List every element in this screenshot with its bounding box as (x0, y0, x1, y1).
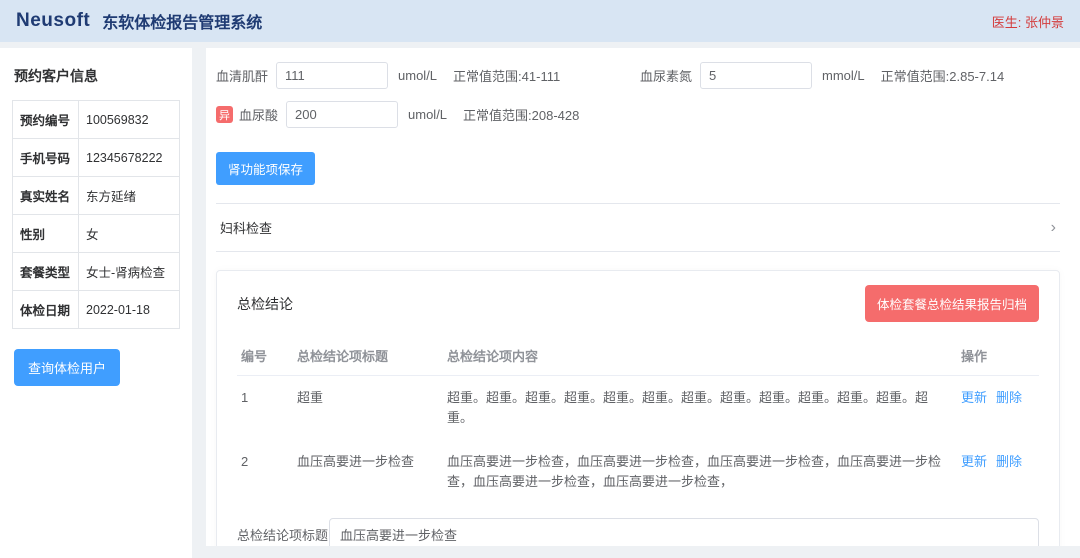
main-content: 血清肌酐 umol/L 正常值范围:41-111 血尿素氮 mmol/L 正常值… (206, 48, 1080, 546)
gynecology-section-header[interactable]: 妇科检查 › (216, 204, 1060, 252)
row-title: 血压高要进一步检查 (293, 440, 443, 504)
customer-info-table: 预约编号 100569832 手机号码 12345678222 真实姓名 东方延… (12, 100, 180, 329)
row-id: 1 (237, 376, 293, 441)
field-unit: umol/L (398, 68, 437, 83)
uric-acid-input[interactable] (286, 101, 398, 128)
info-value: 女 (79, 215, 180, 253)
row-actions: 更新删除 (957, 376, 1039, 441)
gynecology-title: 妇科检查 (220, 218, 272, 237)
info-label: 性别 (13, 215, 79, 253)
info-row: 体检日期 2022-01-18 (13, 291, 180, 329)
row-actions: 更新删除 (957, 440, 1039, 504)
brand-logo: Neusoft (16, 10, 90, 32)
info-value: 东方延绪 (79, 177, 180, 215)
column-header-title: 总检结论项标题 (293, 336, 443, 376)
update-link[interactable]: 更新 (961, 454, 987, 469)
column-header-actions: 操作 (957, 336, 1039, 376)
conclusion-card: 总检结论 体检套餐总检结果报告归档 编号 总检结论项标题 总检结论项内容 操作 … (216, 270, 1060, 546)
info-label: 预约编号 (13, 101, 79, 139)
row-content: 血压高要进一步检查，血压高要进一步检查，血压高要进一步检查，血压高要进一步检查，… (443, 440, 957, 504)
delete-link[interactable]: 删除 (996, 454, 1022, 469)
table-row: 2 血压高要进一步检查 血压高要进一步检查，血压高要进一步检查，血压高要进一步检… (237, 440, 1039, 504)
main-layout: 预约客户信息 预约编号 100569832 手机号码 12345678222 真… (0, 42, 1080, 558)
field-label: 血清肌酐 (216, 66, 268, 85)
exam-field-row: 异 血尿酸 umol/L 正常值范围:208-428 (216, 101, 1060, 128)
info-value: 女士-肾病检查 (79, 253, 180, 291)
info-label: 真实姓名 (13, 177, 79, 215)
info-row: 手机号码 12345678222 (13, 139, 180, 177)
uric-acid-field: 异 血尿酸 umol/L 正常值范围:208-428 (216, 101, 579, 128)
field-range: 正常值范围:208-428 (463, 105, 579, 124)
renal-save-button[interactable]: 肾功能项保存 (216, 152, 315, 185)
row-id: 2 (237, 440, 293, 504)
field-unit: umol/L (408, 107, 447, 122)
doctor-label: 医生: 张仲景 (992, 12, 1064, 31)
field-label: 血尿酸 (239, 105, 278, 124)
column-header-content: 总检结论项内容 (443, 336, 957, 376)
update-link[interactable]: 更新 (961, 390, 987, 405)
info-value: 100569832 (79, 101, 180, 139)
column-header-id: 编号 (237, 336, 293, 376)
field-label: 血尿素氮 (640, 66, 692, 85)
conclusion-card-header: 总检结论 体检套餐总检结果报告归档 (237, 285, 1039, 322)
delete-link[interactable]: 删除 (996, 390, 1022, 405)
blood-urea-nitrogen-field: 血尿素氮 mmol/L 正常值范围:2.85-7.14 (640, 62, 1004, 89)
app-header: Neusoft 东软体检报告管理系统 医生: 张仲景 (0, 0, 1080, 42)
row-content: 超重。超重。超重。超重。超重。超重。超重。超重。超重。超重。超重。超重。超重。 (443, 376, 957, 441)
sidebar-title: 预约客户信息 (14, 66, 180, 86)
info-row: 真实姓名 东方延绪 (13, 177, 180, 215)
conclusion-table-header-row: 编号 总检结论项标题 总检结论项内容 操作 (237, 336, 1039, 376)
info-label: 套餐类型 (13, 253, 79, 291)
exam-field-row: 血清肌酐 umol/L 正常值范围:41-111 血尿素氮 mmol/L 正常值… (216, 62, 1060, 89)
conclusion-title-label: 总检结论项标题 (237, 518, 329, 544)
field-range: 正常值范围:2.85-7.14 (881, 66, 1005, 85)
info-value: 12345678222 (79, 139, 180, 177)
archive-button[interactable]: 体检套餐总检结果报告归档 (865, 285, 1039, 322)
field-range: 正常值范围:41-111 (453, 66, 560, 85)
serum-creatinine-input[interactable] (276, 62, 388, 89)
info-row: 套餐类型 女士-肾病检查 (13, 253, 180, 291)
blood-urea-nitrogen-input[interactable] (700, 62, 812, 89)
serum-creatinine-field: 血清肌酐 umol/L 正常值范围:41-111 (216, 62, 640, 89)
info-label: 体检日期 (13, 291, 79, 329)
info-value: 2022-01-18 (79, 291, 180, 329)
field-unit: mmol/L (822, 68, 865, 83)
row-title: 超重 (293, 376, 443, 441)
info-label: 手机号码 (13, 139, 79, 177)
abnormal-badge: 异 (216, 106, 233, 123)
chevron-right-icon: › (1051, 220, 1056, 236)
info-row: 性别 女 (13, 215, 180, 253)
query-user-button[interactable]: 查询体检用户 (14, 349, 120, 386)
app-title: 东软体检报告管理系统 (102, 9, 262, 33)
conclusion-title-input[interactable] (329, 518, 1039, 546)
table-row: 1 超重 超重。超重。超重。超重。超重。超重。超重。超重。超重。超重。超重。超重… (237, 376, 1039, 441)
info-row: 预约编号 100569832 (13, 101, 180, 139)
conclusion-title-row: 总检结论项标题 (237, 518, 1039, 546)
sidebar: 预约客户信息 预约编号 100569832 手机号码 12345678222 真… (0, 48, 192, 558)
conclusion-table: 编号 总检结论项标题 总检结论项内容 操作 1 超重 超重。超重。超重。超重。超… (237, 336, 1039, 505)
conclusion-title: 总检结论 (237, 294, 293, 314)
